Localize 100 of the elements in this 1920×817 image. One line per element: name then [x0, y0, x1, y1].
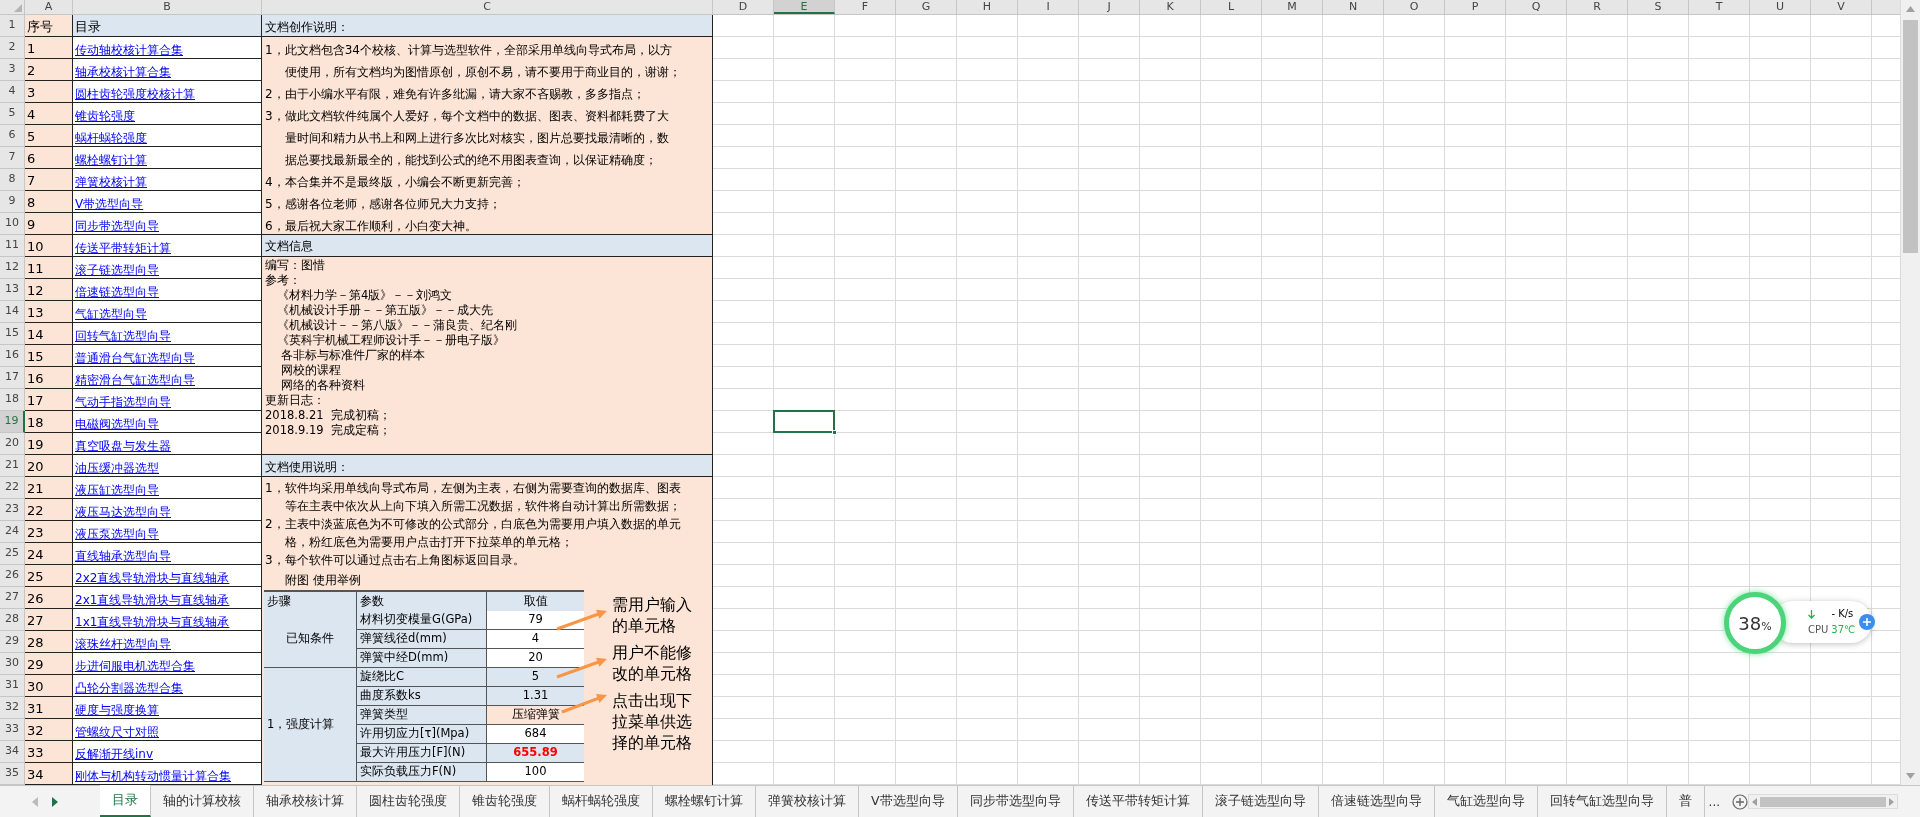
column-header[interactable]: Q	[1506, 0, 1567, 14]
table-cell: 13	[25, 301, 73, 323]
sheet-tab[interactable]: 轴的计算校核	[151, 786, 254, 817]
table-cell: 34	[25, 763, 73, 785]
sheet-tab[interactable]: 普	[1666, 786, 1705, 817]
sheet-tab[interactable]: 螺栓螺钉计算	[653, 786, 756, 817]
column-header[interactable]: A	[25, 0, 73, 14]
catalog-link[interactable]: 回转气缸选型向导	[75, 328, 171, 344]
catalog-link[interactable]: 气动手指选型向导	[75, 394, 171, 410]
param-cell: 实际负载压力F(N)	[357, 763, 487, 782]
column-header[interactable]: S	[1628, 0, 1689, 14]
sheet-tab[interactable]: 同步带选型向导	[957, 786, 1074, 817]
sheet-tab[interactable]: 轴承校核计算	[254, 786, 357, 817]
table-cell: 1	[25, 37, 73, 59]
catalog-link[interactable]: 硬度与强度换算	[75, 702, 159, 718]
catalog-link[interactable]: 液压马达选型向导	[75, 504, 171, 520]
column-header[interactable]: H	[957, 0, 1018, 14]
table-cell: 24	[25, 543, 73, 565]
info-line: 编写：图惜	[265, 258, 325, 272]
catalog-link[interactable]: 锥齿轮强度	[75, 108, 135, 124]
catalog-link[interactable]: 滚子链选型向导	[75, 262, 159, 278]
value-cell: 4	[487, 630, 584, 649]
catalog-link[interactable]: 传动轴校核计算合集	[75, 42, 183, 58]
sheet-tab[interactable]: 传送平带转矩计算	[1073, 786, 1203, 817]
expand-button[interactable]	[1859, 614, 1876, 630]
sheet-tab[interactable]: 气缸选型向导	[1434, 786, 1538, 817]
scroll-up-icon[interactable]	[1906, 6, 1915, 12]
scroll-down-icon[interactable]	[1906, 773, 1915, 779]
catalog-link[interactable]: 管螺纹尺寸对照	[75, 724, 159, 740]
catalog-link[interactable]: 电磁阀选型向导	[75, 416, 159, 432]
column-header[interactable]: B	[73, 0, 262, 14]
column-header[interactable]: J	[1079, 0, 1140, 14]
more-tabs-button[interactable]: ...	[1704, 786, 1724, 817]
catalog-link[interactable]: 油压缓冲器选型	[75, 460, 159, 476]
scroll-right-icon[interactable]	[1889, 797, 1894, 806]
sheet-tab[interactable]: 倍速链选型向导	[1318, 786, 1435, 817]
catalog-link[interactable]: 同步带选型向导	[75, 218, 159, 234]
column-header[interactable]: N	[1323, 0, 1384, 14]
scroll-left-icon[interactable]	[1752, 797, 1757, 806]
catalog-link[interactable]: 圆柱齿轮强度校核计算	[75, 86, 195, 102]
column-header[interactable]: R	[1567, 0, 1628, 14]
table-cell: 7	[25, 169, 73, 191]
catalog-link[interactable]: 气缸选型向导	[75, 306, 147, 322]
column-header[interactable]: M	[1262, 0, 1323, 14]
callout-text: 需用户输入 的单元格	[612, 595, 692, 637]
sheet-tab[interactable]: 弹簧校核计算	[756, 786, 859, 817]
column-header[interactable]: C	[262, 0, 713, 14]
column-header[interactable]: G	[896, 0, 957, 14]
catalog-link[interactable]: 蜗杆蜗轮强度	[75, 130, 147, 146]
column-header[interactable]: L	[1201, 0, 1262, 14]
sheet-tab[interactable]: 蜗杆蜗轮强度	[550, 786, 653, 817]
sheet-tab[interactable]: 回转气缸选型向导	[1537, 786, 1667, 817]
catalog-link[interactable]: 滚珠丝杆选型向导	[75, 636, 171, 652]
table-cell: 12	[25, 279, 73, 301]
note-line: 等在主表中依次从上向下填入所需工况数据，软件将自动计算出所需数据；	[285, 499, 681, 513]
column-header[interactable]: O	[1384, 0, 1445, 14]
catalog-link[interactable]: 步进伺服电机选型合集	[75, 658, 195, 674]
catalog-link[interactable]: 反解渐开线inv	[75, 746, 154, 762]
add-sheet-icon[interactable]	[1732, 793, 1748, 810]
note-line: 4，本合集并不是最终版，小编会不断更新完善；	[265, 174, 525, 191]
column-header[interactable]: T	[1689, 0, 1750, 14]
column-header[interactable]: U	[1750, 0, 1811, 14]
catalog-link[interactable]: 直线轴承选型向导	[75, 548, 171, 564]
column-header[interactable]: I	[1018, 0, 1079, 14]
scroll-thumb[interactable]	[1903, 20, 1918, 253]
catalog-link[interactable]: 轴承校核计算合集	[75, 64, 171, 80]
previous-sheet-icon[interactable]	[32, 796, 38, 807]
catalog-link[interactable]: 凸轮分割器选型合集	[75, 680, 183, 696]
table-cell: 28	[25, 631, 73, 653]
info-line: 网校的课程	[279, 363, 341, 377]
catalog-link[interactable]: 液压泵选型向导	[75, 526, 159, 542]
catalog-link[interactable]: 倍速链选型向导	[75, 284, 159, 300]
sheet-tab[interactable]: V带选型向导	[859, 786, 958, 817]
row-header[interactable]: 19	[0, 411, 25, 433]
table-cell: 22	[25, 499, 73, 521]
sheet-tab[interactable]: 圆柱齿轮强度	[357, 786, 460, 817]
param-cell: 曲度系数ks	[357, 687, 487, 706]
info-line: 2018.8.21 完成初稿；	[265, 408, 391, 422]
column-header[interactable]: V	[1811, 0, 1872, 14]
catalog-link[interactable]: 弹簧校核计算	[75, 174, 147, 190]
table-cell: 8	[25, 191, 73, 213]
note-line: 3，做此文档软件纯属个人爱好，每个文档中的数据、图表、资料都耗费了大	[265, 108, 669, 125]
catalog-link[interactable]: 液压缸选型向导	[75, 482, 159, 498]
column-header[interactable]: P	[1445, 0, 1506, 14]
catalog-link[interactable]: 真空吸盘与发生器	[75, 438, 171, 454]
sheet-tab[interactable]: 目录	[100, 785, 151, 817]
catalog-link[interactable]: 螺栓螺钉计算	[75, 152, 147, 168]
vertical-scrollbar[interactable]	[1900, 0, 1920, 785]
catalog-link[interactable]: 精密滑台气缸选型向导	[75, 372, 195, 388]
catalog-link[interactable]: V带选型向导	[75, 196, 144, 212]
column-header[interactable]: F	[835, 0, 896, 14]
catalog-link[interactable]: 传送平带转矩计算	[75, 240, 171, 256]
next-sheet-icon[interactable]	[52, 796, 58, 807]
catalog-link[interactable]: 普通滑台气缸选型向导	[75, 350, 195, 366]
column-header[interactable]: K	[1140, 0, 1201, 14]
sheet-tab[interactable]: 锥齿轮强度	[460, 786, 550, 817]
scroll-thumb[interactable]	[1760, 796, 1886, 807]
horizontal-scrollbar[interactable]	[1748, 794, 1898, 809]
sheet-tab[interactable]: 滚子链选型向导	[1202, 786, 1319, 817]
column-header[interactable]: E	[774, 0, 835, 14]
